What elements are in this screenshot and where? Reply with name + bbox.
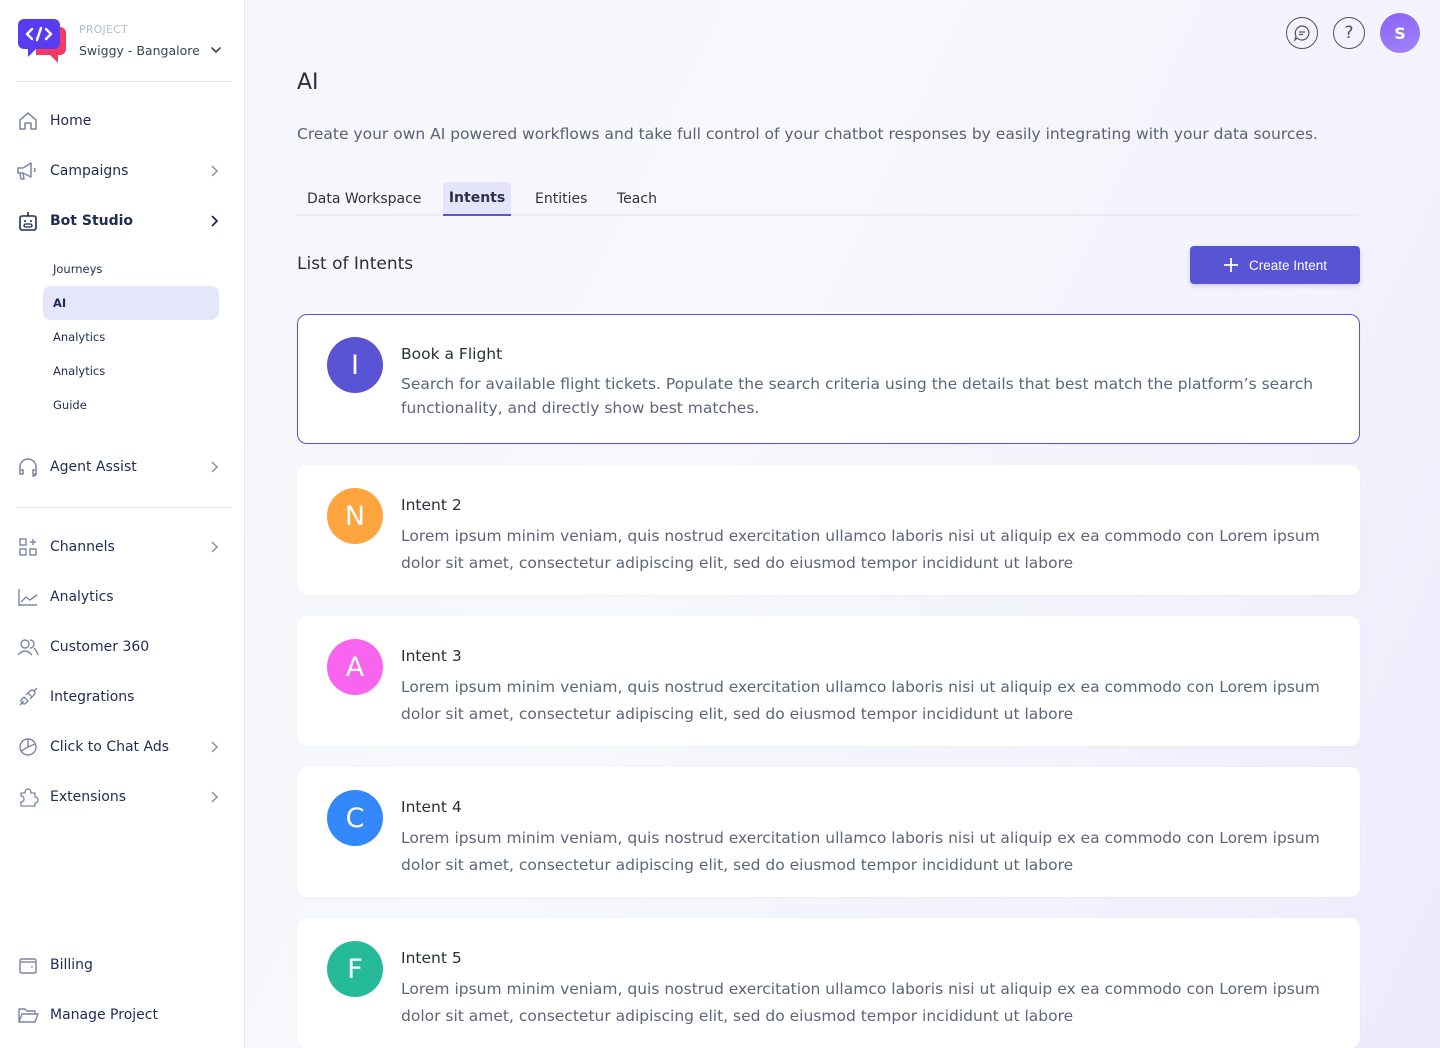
chevron-right-icon bbox=[211, 741, 219, 753]
sidebar-subitem-analytics-2[interactable]: Analytics bbox=[43, 354, 219, 388]
sidebar-item-click-to-chat-ads[interactable]: Click to Chat Ads bbox=[16, 732, 231, 762]
chevron-right-icon bbox=[211, 541, 219, 553]
sidebar-item-label: Click to Chat Ads bbox=[50, 739, 169, 755]
sidebar-item-integrations[interactable]: Integrations bbox=[16, 682, 231, 712]
sidebar-item-customer-360[interactable]: Customer 360 bbox=[16, 632, 231, 662]
intent-title: Intent 5 bbox=[401, 949, 462, 967]
intent-description: Lorem ipsum minim veniam, quis nostrud e… bbox=[401, 678, 1320, 723]
intent-description: Search for available flight tickets. Pop… bbox=[401, 375, 1314, 417]
sidebar-item-channels[interactable]: Channels bbox=[16, 532, 231, 562]
list-title: List of Intents bbox=[297, 254, 414, 274]
chat-button[interactable] bbox=[1286, 17, 1318, 49]
chevron-right-icon bbox=[211, 461, 219, 473]
sidebar-item-campaigns[interactable]: Campaigns bbox=[16, 156, 231, 186]
header-actions: ? S bbox=[1286, 13, 1420, 53]
divider bbox=[16, 81, 231, 82]
sidebar-item-label: Integrations bbox=[50, 689, 135, 705]
main-content: ? S AI Create your own AI powered workfl… bbox=[245, 0, 1440, 1048]
chat-bubble-icon bbox=[1293, 25, 1310, 42]
intent-description: Lorem ipsum minim veniam, quis nostrud e… bbox=[401, 527, 1320, 572]
intent-description: Lorem ipsum minim veniam, quis nostrud e… bbox=[401, 829, 1320, 874]
page-description: Create your own AI powered workflows and… bbox=[297, 125, 1318, 143]
sidebar-item-label: Agent Assist bbox=[50, 459, 137, 475]
pie-chart-icon bbox=[16, 735, 40, 759]
sidebar-item-manage-project[interactable]: Manage Project bbox=[16, 1000, 231, 1030]
intent-avatar: I bbox=[327, 337, 383, 393]
tab-intents[interactable]: Intents bbox=[443, 182, 511, 216]
users-icon bbox=[16, 635, 40, 659]
sidebar-subitem-journeys[interactable]: Journeys bbox=[43, 252, 219, 286]
plus-icon bbox=[1223, 258, 1238, 272]
sidebar-item-label: Analytics bbox=[50, 589, 114, 605]
bot-icon bbox=[16, 209, 40, 233]
sidebar-item-label: Channels bbox=[50, 539, 115, 555]
tab-data-workspace[interactable]: Data Workspace bbox=[297, 182, 431, 216]
sidebar-item-label: Customer 360 bbox=[50, 639, 150, 655]
sidebar-item-agent-assist[interactable]: Agent Assist bbox=[16, 452, 231, 482]
sidebar-subitem-guide[interactable]: Guide bbox=[43, 388, 219, 422]
headset-icon bbox=[16, 455, 40, 479]
sidebar-item-billing[interactable]: Billing bbox=[16, 950, 231, 980]
divider bbox=[16, 507, 231, 508]
home-icon bbox=[16, 109, 40, 133]
sidebar-item-label: Manage Project bbox=[50, 1007, 158, 1023]
sidebar-item-label: Campaigns bbox=[50, 163, 129, 179]
intent-avatar: N bbox=[327, 488, 383, 544]
sidebar-subitem-analytics[interactable]: Analytics bbox=[43, 320, 219, 354]
help-button[interactable]: ? bbox=[1333, 17, 1365, 49]
grid-plus-icon bbox=[16, 535, 40, 559]
project-label: PROJECT bbox=[79, 23, 128, 36]
sidebar-item-label: Bot Studio bbox=[50, 213, 134, 229]
intent-card[interactable]: N Intent 2 Lorem ipsum minim veniam, quis … bbox=[297, 465, 1360, 595]
create-intent-label: Create Intent bbox=[1248, 257, 1328, 273]
intent-card[interactable]: I Book a Flight Search for available fligh… bbox=[297, 314, 1360, 444]
intent-card[interactable]: A Intent 3 Lorem ipsum minim veniam, quis … bbox=[297, 616, 1360, 746]
chevron-right-icon bbox=[211, 215, 219, 227]
sidebar-item-home[interactable]: Home bbox=[16, 106, 231, 136]
sidebar-item-label: Extensions bbox=[50, 789, 127, 805]
sidebar-subitem-ai[interactable]: AI bbox=[43, 286, 219, 320]
folder-icon bbox=[16, 1003, 40, 1027]
sidebar-item-label: Billing bbox=[50, 957, 93, 973]
intent-avatar: F bbox=[327, 941, 383, 997]
project-selector[interactable]: Swiggy - Bangalore bbox=[79, 43, 200, 58]
app-logo-icon bbox=[18, 19, 66, 63]
tab-bar: Data Workspace Intents Entities Teach bbox=[297, 182, 1359, 216]
intent-card[interactable]: F Intent 5 Lorem ipsum minim veniam, quis … bbox=[297, 918, 1360, 1048]
create-intent-button[interactable]: Create Intent bbox=[1190, 246, 1360, 284]
intent-title: Intent 2 bbox=[401, 496, 462, 514]
page-title: AI bbox=[297, 70, 319, 95]
line-chart-icon bbox=[16, 585, 40, 609]
intent-avatar: A bbox=[327, 639, 383, 695]
user-avatar[interactable]: S bbox=[1380, 13, 1420, 53]
intent-avatar: C bbox=[327, 790, 383, 846]
question-icon: ? bbox=[1344, 23, 1354, 43]
sidebar-item-extensions[interactable]: Extensions bbox=[16, 782, 231, 812]
chevron-right-icon bbox=[211, 165, 219, 177]
sidebar-item-label: Home bbox=[50, 113, 92, 129]
megaphone-icon bbox=[16, 159, 40, 183]
chevron-down-icon[interactable] bbox=[209, 43, 223, 57]
intent-title: Book a Flight bbox=[401, 345, 503, 363]
intent-title: Intent 3 bbox=[401, 647, 462, 665]
wallet-icon bbox=[16, 953, 40, 977]
chevron-right-icon bbox=[211, 791, 219, 803]
sidebar-item-bot-studio[interactable]: Bot Studio bbox=[16, 206, 231, 236]
intent-description: Lorem ipsum minim veniam, quis nostrud e… bbox=[401, 980, 1320, 1025]
intent-title: Intent 4 bbox=[401, 798, 462, 816]
puzzle-icon bbox=[16, 785, 40, 809]
tab-entities[interactable]: Entities bbox=[525, 182, 597, 216]
sidebar: PROJECT Swiggy - Bangalore Home Campaign… bbox=[0, 0, 245, 1048]
plug-icon bbox=[16, 685, 40, 709]
tab-teach[interactable]: Teach bbox=[607, 182, 667, 216]
intent-card[interactable]: C Intent 4 Lorem ipsum minim veniam, quis … bbox=[297, 767, 1360, 897]
sidebar-item-analytics[interactable]: Analytics bbox=[16, 582, 231, 612]
